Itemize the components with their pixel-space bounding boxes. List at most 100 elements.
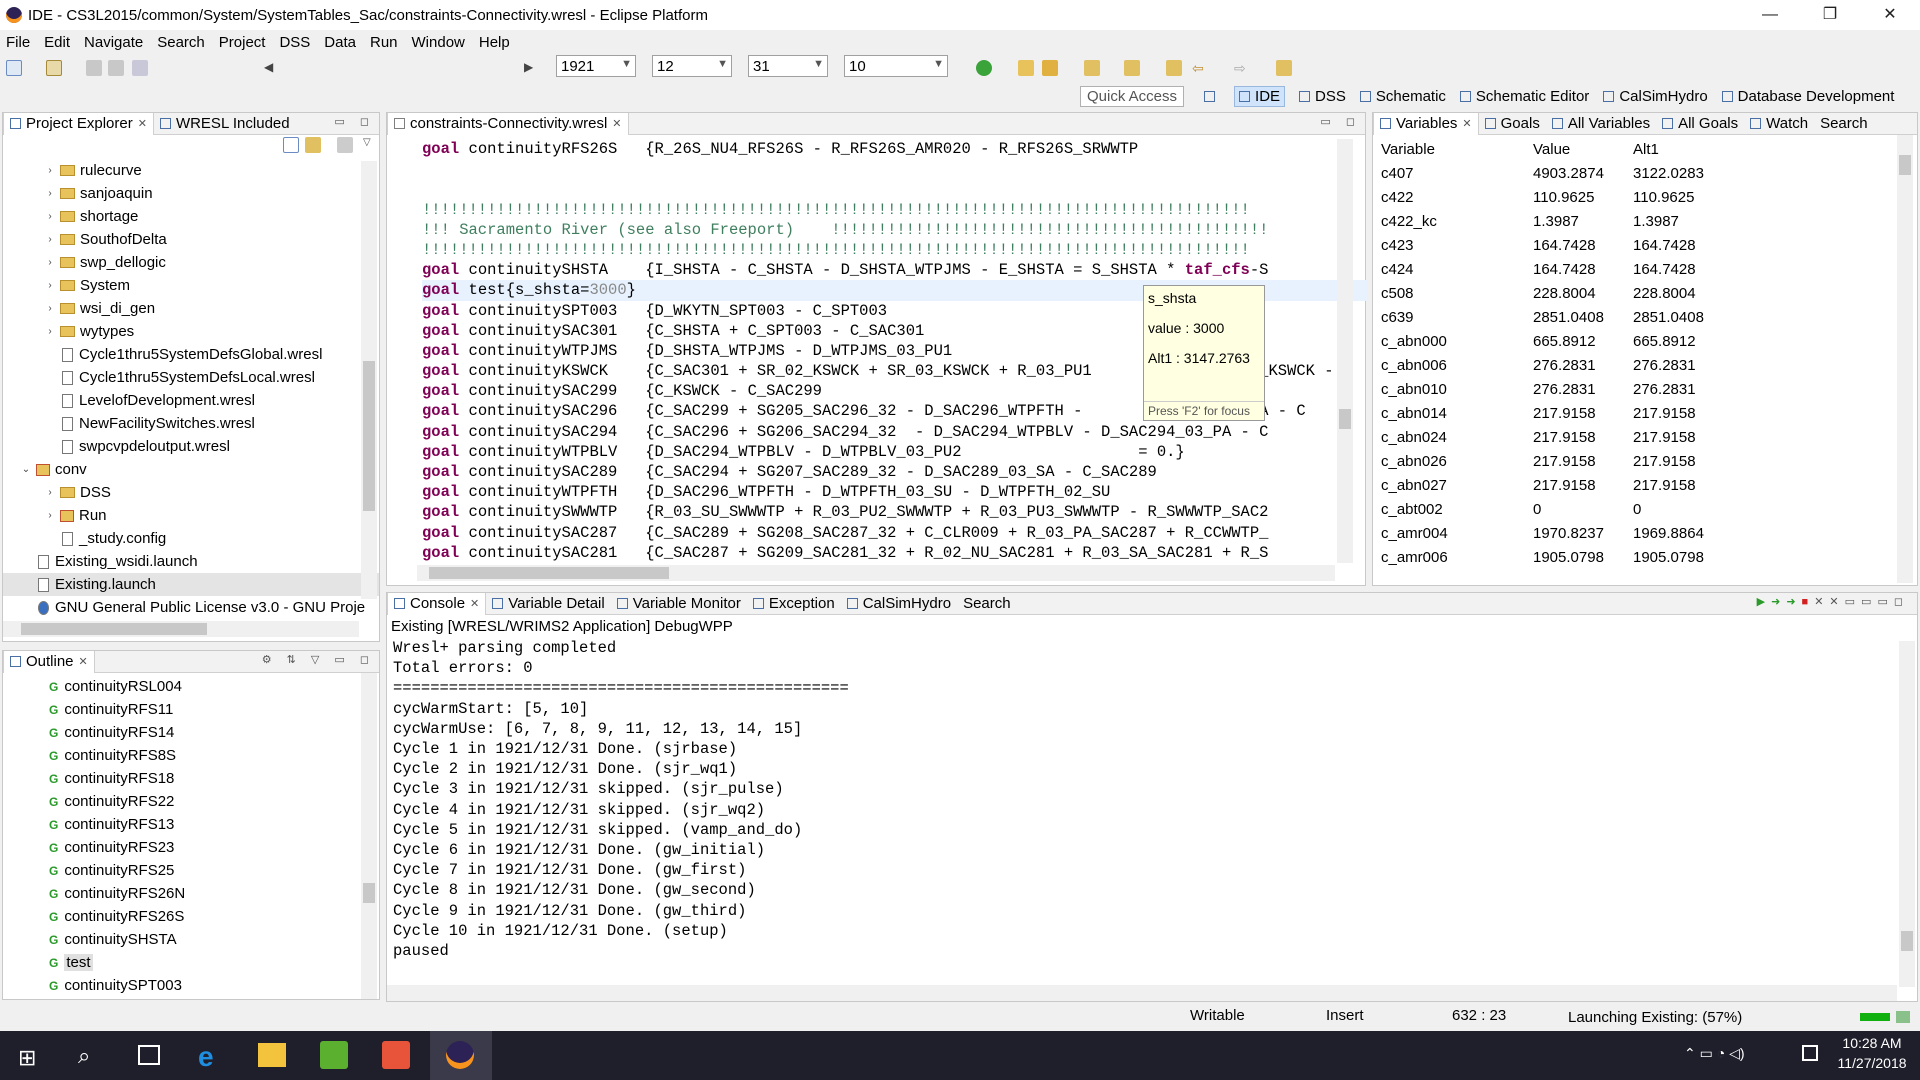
display-console-icon[interactable]: ▭ — [1861, 596, 1877, 608]
outline-item[interactable]: GcontinuityRFS14 — [3, 721, 379, 744]
disconnect-icon[interactable]: ✕ — [1814, 596, 1829, 608]
console-output[interactable]: Wresl+ parsing completed Total errors: 0 =… — [387, 638, 1917, 961]
outline-item[interactable]: GcontinuityRFS26S — [3, 905, 379, 928]
tree-item[interactable]: Cycle1thru5SystemDefsLocal.wresl — [3, 366, 379, 389]
table-row[interactable]: c422_kc 1.3987 1.3987 — [1373, 209, 1917, 233]
tree-item[interactable]: NewFacilitySwitches.wresl — [3, 412, 379, 435]
save-icon[interactable] — [86, 60, 102, 76]
close-button[interactable]: ✕ — [1860, 0, 1920, 30]
save-all-icon[interactable] — [108, 60, 124, 76]
scroll-left-icon[interactable]: ◀ — [264, 60, 280, 76]
table-row[interactable]: c422 110.9625 110.9625 — [1373, 185, 1917, 209]
tab-console[interactable]: Console ✕ — [387, 592, 487, 615]
expand-chevron-icon[interactable]: › — [43, 326, 57, 337]
outline-item[interactable]: GcontinuityRFS23 — [3, 836, 379, 859]
tab-exception[interactable]: Exception — [747, 593, 841, 615]
terminate-icon[interactable]: ■ — [1802, 596, 1815, 608]
table-row[interactable]: c_abn014 217.9158 217.9158 — [1373, 401, 1917, 425]
step-over-icon[interactable]: ➜ — [1786, 596, 1801, 608]
close-icon[interactable]: ✕ — [470, 597, 479, 610]
menu-file[interactable]: File — [6, 34, 30, 51]
editor-minmax-icons[interactable]: ▭ ◻ — [1320, 115, 1361, 128]
variables-vscroll[interactable] — [1897, 135, 1913, 583]
tree-item[interactable]: › shortage — [3, 205, 379, 228]
expand-chevron-icon[interactable]: › — [43, 257, 57, 268]
tree-item[interactable]: › sanjoaquin — [3, 182, 379, 205]
perspective-schematic-editor[interactable]: Schematic Editor — [1459, 88, 1589, 105]
print-icon[interactable] — [132, 60, 148, 76]
close-icon[interactable]: ✕ — [1462, 117, 1471, 130]
tab-calsimhydro[interactable]: CalSimHydro — [841, 593, 957, 615]
tab-all-variables[interactable]: All Variables — [1546, 113, 1656, 135]
table-row[interactable]: c424 164.7428 164.7428 — [1373, 257, 1917, 281]
progress-view-icon[interactable] — [1896, 1011, 1910, 1023]
tree-item[interactable]: ⌄ conv — [3, 458, 379, 481]
tree-item[interactable]: › SouthofDelta — [3, 228, 379, 251]
perspective-schematic[interactable]: Schematic — [1359, 88, 1446, 105]
new-icon[interactable] — [6, 60, 22, 76]
menu-window[interactable]: Window — [412, 34, 465, 51]
close-icon[interactable]: ✕ — [612, 117, 621, 130]
explorer-hscroll[interactable] — [3, 621, 359, 637]
expand-chevron-icon[interactable]: › — [43, 188, 57, 199]
tree-item[interactable]: › Run — [3, 504, 379, 527]
explorer-vscroll[interactable] — [361, 161, 377, 599]
tree-item[interactable]: › System — [3, 274, 379, 297]
outline-item[interactable]: GcontinuityRFS22 — [3, 790, 379, 813]
tree-item[interactable]: Existing.launch — [3, 573, 379, 596]
notification-icon[interactable] — [1802, 1045, 1818, 1061]
perspective-database-development[interactable]: Database Development — [1721, 88, 1894, 105]
link-editor-icon[interactable] — [305, 137, 321, 153]
outline-item[interactable]: Gtest — [3, 951, 379, 974]
tree-item[interactable]: › rulecurve — [3, 159, 379, 182]
tree-item[interactable]: Existing_wsidi.launch — [3, 550, 379, 573]
day-select[interactable]: 31 ▼ — [748, 55, 828, 77]
open-perspective-icon[interactable] — [1204, 90, 1220, 102]
table-row[interactable]: c639 2851.0408 2851.0408 — [1373, 305, 1917, 329]
column-header-variable[interactable]: Variable — [1373, 141, 1533, 158]
maximize-button[interactable]: ❐ — [1800, 0, 1860, 30]
tree-item[interactable]: › DSS — [3, 481, 379, 504]
outline-item[interactable]: GcontinuitySHSTA — [3, 928, 379, 951]
expand-chevron-icon[interactable]: › — [43, 510, 57, 521]
tab-console-search[interactable]: Search — [957, 593, 1017, 615]
search-icon[interactable]: ⌕ — [78, 1043, 90, 1069]
outline-item[interactable]: GcontinuityRSL004 — [3, 675, 379, 698]
tab-editor-file[interactable]: constraints-Connectivity.wresl ✕ — [387, 112, 629, 135]
minimize-icon[interactable]: ▭ — [1877, 596, 1893, 608]
system-tray-icons[interactable]: ⌃ ▭ ◔ ◁) — [1684, 1045, 1745, 1062]
close-icon[interactable]: ✕ — [138, 117, 147, 130]
maximize-icon[interactable]: ◻ — [1894, 596, 1909, 608]
table-row[interactable]: c_abt002 0 0 — [1373, 497, 1917, 521]
outline-item[interactable]: GcontinuityRFS25 — [3, 859, 379, 882]
step-icon[interactable]: ➜ — [1771, 596, 1786, 608]
pin-icon[interactable] — [1276, 60, 1292, 76]
tab-variable-detail[interactable]: Variable Detail — [486, 593, 610, 615]
expand-chevron-icon[interactable]: › — [43, 211, 57, 222]
menu-data[interactable]: Data — [324, 34, 356, 51]
tree-item[interactable]: Cycle1thru5SystemDefsGlobal.wresl — [3, 343, 379, 366]
outline-item[interactable]: GcontinuityRFS8S — [3, 744, 379, 767]
expand-chevron-icon[interactable]: ⌄ — [19, 464, 33, 475]
menu-project[interactable]: Project — [219, 34, 266, 51]
tree-item[interactable]: › wytypes — [3, 320, 379, 343]
scroll-right-icon[interactable]: ▶ — [524, 60, 540, 76]
tree-item[interactable]: LevelofDevelopment.wresl — [3, 389, 379, 412]
year-select[interactable]: 1921 ▼ — [556, 55, 636, 77]
tab-outline[interactable]: Outline ✕ — [3, 650, 95, 673]
table-row[interactable]: c508 228.8004 228.8004 — [1373, 281, 1917, 305]
tab-goals[interactable]: Goals — [1479, 113, 1546, 135]
quick-access-input[interactable]: Quick Access — [1080, 85, 1185, 107]
tab-wresl-included[interactable]: WRESL Included — [154, 113, 296, 135]
perspective-ide[interactable]: IDE — [1234, 85, 1286, 107]
tree-item[interactable]: GNU General Public License v3.0 - GNU Pr… — [3, 596, 379, 619]
red-app-icon[interactable] — [382, 1041, 410, 1069]
back-icon[interactable]: ⇦ — [1192, 60, 1208, 76]
tab-search[interactable]: Search — [1814, 113, 1874, 135]
menu-edit[interactable]: Edit — [44, 34, 70, 51]
minimize-button[interactable]: — — [1740, 0, 1800, 30]
editor-hscroll[interactable] — [417, 565, 1335, 581]
tab-all-goals[interactable]: All Goals — [1656, 113, 1744, 135]
outline-item[interactable]: GcontinuityRFS26N — [3, 882, 379, 905]
column-header-alt1[interactable]: Alt1 — [1633, 141, 1733, 158]
